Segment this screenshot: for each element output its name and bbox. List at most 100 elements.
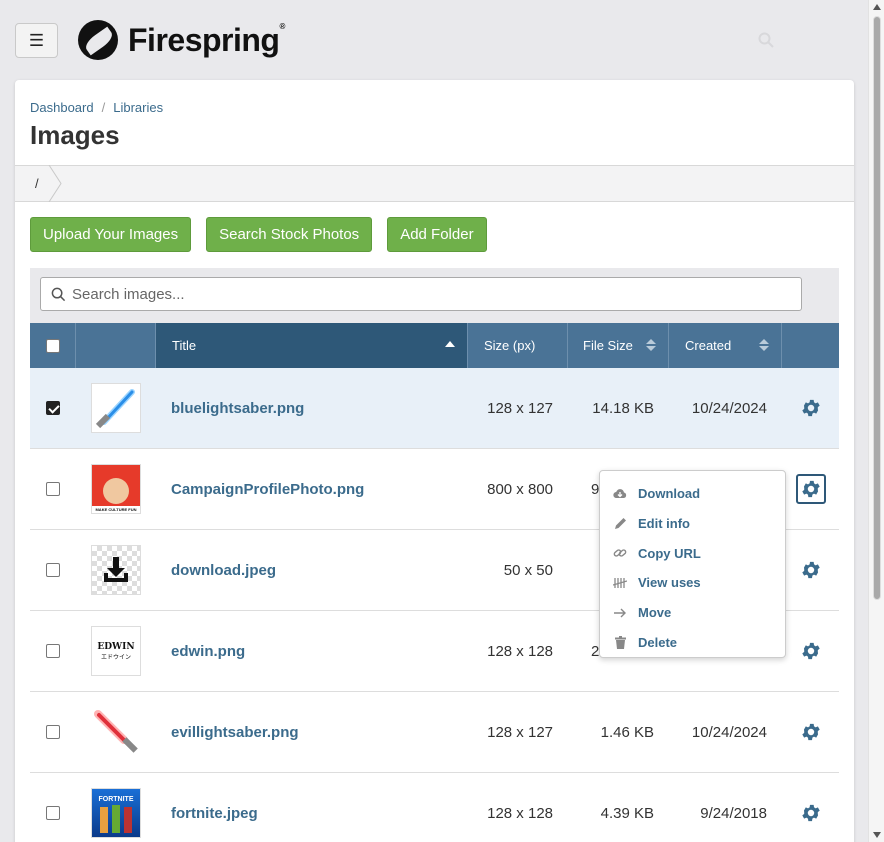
sort-icon: [759, 339, 769, 351]
campaign-caption: MAKE CULTURE FUN: [92, 506, 140, 513]
image-title[interactable]: download.jpeg: [156, 562, 468, 579]
scrollbar-thumb[interactable]: [873, 16, 881, 600]
scroll-down-arrow-icon[interactable]: [873, 832, 881, 838]
header-search-ghost[interactable]: [758, 28, 848, 52]
pencil-icon: [614, 518, 626, 530]
upload-images-button[interactable]: Upload Your Images: [30, 217, 192, 252]
row-actions-button[interactable]: [796, 393, 826, 423]
image-size: 50 x 50: [503, 561, 553, 579]
gear-icon: [801, 561, 820, 579]
search-input[interactable]: [72, 285, 772, 303]
sort-icon: [646, 339, 656, 351]
table-row[interactable]: evillightsaber.png 128 x 127 1.46 KB 10/…: [30, 692, 839, 773]
cloud-download-icon: [613, 488, 627, 498]
breadcrumb-dashboard[interactable]: Dashboard: [30, 100, 94, 115]
select-all-cell: [30, 323, 76, 368]
image-title[interactable]: edwin.png: [156, 643, 468, 660]
row-checkbox[interactable]: [46, 644, 60, 658]
row-checkbox[interactable]: [46, 725, 60, 739]
search-stock-photos-button[interactable]: Search Stock Photos: [206, 217, 373, 252]
breadcrumb-separator: /: [101, 100, 106, 115]
path-root[interactable]: /: [35, 176, 39, 191]
gear-icon: [801, 723, 820, 741]
row-actions-button[interactable]: [796, 717, 826, 747]
search-bar-area: [30, 268, 839, 323]
path-chevron-icon: [48, 165, 62, 202]
thumbnail-red-lightsaber: [91, 707, 141, 757]
sort-ascending-icon: [445, 341, 455, 347]
tally-icon: [613, 577, 627, 588]
column-file-size[interactable]: File Size: [568, 323, 669, 368]
breadcrumb-libraries[interactable]: Libraries: [113, 100, 163, 115]
menu-move[interactable]: Move: [600, 598, 785, 628]
hamburger-icon: ☰: [28, 30, 45, 50]
image-file-size: 14.18 KB: [592, 399, 654, 417]
folder-path-bar: /: [15, 165, 854, 202]
breadcrumb: Dashboard / Libraries: [30, 100, 163, 115]
main-panel: Dashboard / Libraries Images / Upload Yo…: [15, 80, 854, 842]
table-row[interactable]: FORTNITE fortnite.jpeg 128 x 128 4.39 KB…: [30, 773, 839, 842]
column-title-label: Title: [172, 338, 197, 353]
menu-delete-label: Delete: [638, 634, 678, 650]
column-size[interactable]: Size (px): [468, 323, 568, 368]
thumbnail-blue-lightsaber: [91, 383, 141, 433]
image-size: 128 x 127: [487, 723, 553, 741]
column-size-label: Size (px): [484, 338, 536, 353]
search-box[interactable]: [40, 277, 802, 311]
image-created: 10/24/2024: [691, 723, 767, 741]
image-created: 10/24/2024: [691, 399, 767, 417]
page-title: Images: [30, 120, 120, 150]
action-buttons: Upload Your Images Search Stock Photos A…: [30, 217, 487, 252]
row-actions-button[interactable]: [796, 555, 826, 585]
table-header: Title Size (px) File Size Created: [30, 323, 839, 368]
thumbnail-fortnite: FORTNITE: [91, 788, 141, 838]
trash-icon: [614, 635, 626, 649]
row-checkbox[interactable]: [46, 482, 60, 496]
image-size: 128 x 128: [487, 804, 553, 822]
edwin-subtext: エドウイン: [100, 654, 131, 661]
thumbnail-download: [91, 545, 141, 595]
menu-copy-url[interactable]: Copy URL: [600, 538, 785, 568]
column-title[interactable]: Title: [156, 323, 468, 368]
link-icon: [613, 549, 627, 557]
table-row[interactable]: bluelightsaber.png 128 x 127 14.18 KB 10…: [30, 368, 839, 449]
menu-move-label: Move: [638, 605, 672, 621]
image-title[interactable]: evillightsaber.png: [156, 724, 468, 741]
row-actions-button[interactable]: [796, 798, 826, 828]
svg-text:FORTNITE: FORTNITE: [99, 796, 134, 803]
image-title[interactable]: CampaignProfilePhoto.png: [156, 481, 468, 498]
firespring-logo[interactable]: Firespring®: [78, 20, 285, 60]
thumbnail-header: [76, 323, 156, 368]
logo-text: Firespring: [128, 21, 280, 58]
column-created-label: Created: [685, 338, 732, 353]
image-file-size: 4.39 KB: [600, 804, 654, 822]
select-all-checkbox[interactable]: [45, 338, 60, 353]
menu-edit-info[interactable]: Edit info: [600, 509, 785, 539]
row-checkbox[interactable]: [46, 401, 60, 415]
gear-icon: [801, 642, 820, 660]
row-actions-button[interactable]: [795, 474, 826, 504]
image-size: 128 x 128: [487, 642, 553, 660]
firespring-logo-mark: [78, 20, 118, 60]
hamburger-menu-button[interactable]: ☰: [15, 23, 58, 58]
add-folder-button[interactable]: Add Folder: [387, 217, 487, 252]
page-scrollbar[interactable]: [868, 0, 884, 842]
menu-download[interactable]: Download: [600, 479, 785, 509]
row-checkbox[interactable]: [46, 806, 60, 820]
menu-view-uses-label: View uses: [638, 575, 701, 591]
image-title[interactable]: fortnite.jpeg: [156, 805, 468, 822]
scroll-up-arrow-icon[interactable]: [873, 4, 881, 10]
thumbnail-campaign-photo: MAKE CULTURE FUN: [91, 464, 141, 514]
actions-header: [782, 323, 839, 368]
menu-view-uses[interactable]: View uses: [600, 568, 785, 598]
row-actions-button[interactable]: [796, 636, 826, 666]
menu-delete[interactable]: Delete: [600, 627, 785, 657]
column-created[interactable]: Created: [669, 323, 782, 368]
image-title[interactable]: bluelightsaber.png: [156, 400, 468, 417]
image-file-size: 1.46 KB: [600, 723, 654, 741]
download-icon: [104, 557, 128, 582]
edwin-wordmark: EDWIN: [97, 641, 135, 652]
menu-download-label: Download: [638, 486, 701, 502]
row-checkbox[interactable]: [46, 563, 60, 577]
image-created: 9/24/2018: [700, 804, 767, 822]
